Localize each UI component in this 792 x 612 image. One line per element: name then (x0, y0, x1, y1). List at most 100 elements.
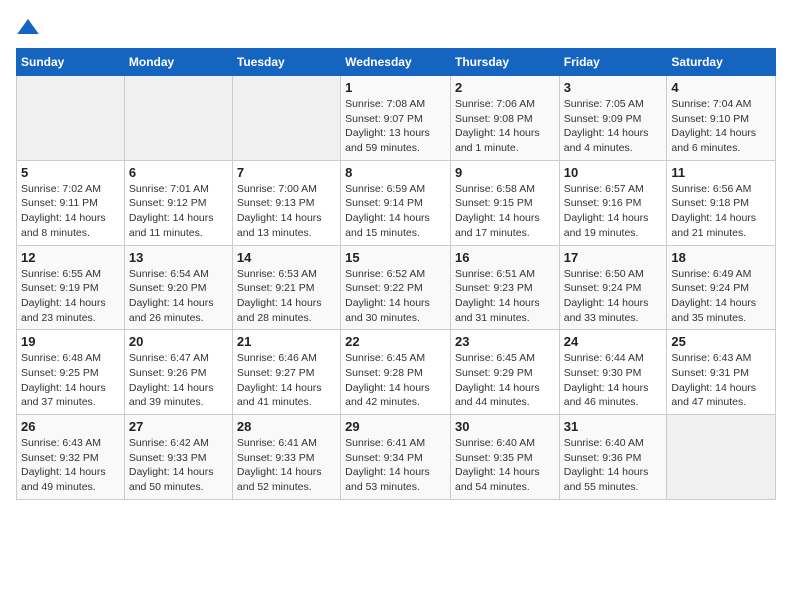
logo-icon (16, 16, 40, 40)
day-number: 16 (455, 250, 555, 265)
calendar-table: SundayMondayTuesdayWednesdayThursdayFrid… (16, 48, 776, 500)
calendar-day-header: Thursday (450, 49, 559, 76)
day-number: 26 (21, 419, 120, 434)
day-number: 30 (455, 419, 555, 434)
day-number: 19 (21, 334, 120, 349)
calendar-cell: 30 Sunrise: 6:40 AMSunset: 9:35 PMDayligh… (450, 415, 559, 500)
calendar-cell: 27 Sunrise: 6:42 AMSunset: 9:33 PMDayligh… (124, 415, 232, 500)
day-info: Sunrise: 6:51 AMSunset: 9:23 PMDaylight:… (455, 267, 555, 326)
day-info: Sunrise: 6:53 AMSunset: 9:21 PMDaylight:… (237, 267, 336, 326)
calendar-cell (232, 76, 340, 161)
calendar-cell (124, 76, 232, 161)
day-info: Sunrise: 7:00 AMSunset: 9:13 PMDaylight:… (237, 182, 336, 241)
calendar-cell: 6Sunrise: 7:01 AMSunset: 9:12 PMDaylight… (124, 160, 232, 245)
day-info: Sunrise: 6:56 AMSunset: 9:18 PMDaylight:… (671, 182, 771, 241)
calendar-cell: 17 Sunrise: 6:50 AMSunset: 9:24 PMDayligh… (559, 245, 667, 330)
day-info: Sunrise: 7:08 AMSunset: 9:07 PMDaylight:… (345, 97, 446, 156)
day-info: Sunrise: 6:57 AMSunset: 9:16 PMDaylight:… (564, 182, 663, 241)
day-number: 10 (564, 165, 663, 180)
day-info: Sunrise: 6:41 AMSunset: 9:33 PMDaylight:… (237, 436, 336, 495)
day-info: Sunrise: 6:45 AMSunset: 9:28 PMDaylight:… (345, 351, 446, 410)
day-number: 14 (237, 250, 336, 265)
day-info: Sunrise: 6:43 AMSunset: 9:31 PMDaylight:… (671, 351, 771, 410)
calendar-cell: 2 Sunrise: 7:06 AMSunset: 9:08 PMDaylight… (450, 76, 559, 161)
calendar-cell: 1 Sunrise: 7:08 AMSunset: 9:07 PMDaylight… (341, 76, 451, 161)
calendar-cell: 12 Sunrise: 6:55 AMSunset: 9:19 PMDayligh… (17, 245, 125, 330)
calendar-cell: 14 Sunrise: 6:53 AMSunset: 9:21 PMDayligh… (232, 245, 340, 330)
day-number: 17 (564, 250, 663, 265)
day-info: Sunrise: 6:40 AMSunset: 9:35 PMDaylight:… (455, 436, 555, 495)
day-number: 25 (671, 334, 771, 349)
day-info: Sunrise: 6:50 AMSunset: 9:24 PMDaylight:… (564, 267, 663, 326)
day-info: Sunrise: 7:05 AMSunset: 9:09 PMDaylight:… (564, 97, 663, 156)
day-info: Sunrise: 7:06 AMSunset: 9:08 PMDaylight:… (455, 97, 555, 156)
logo (16, 16, 44, 40)
day-number: 9 (455, 165, 555, 180)
day-info: Sunrise: 6:54 AMSunset: 9:20 PMDaylight:… (129, 267, 228, 326)
calendar-cell: 4 Sunrise: 7:04 AMSunset: 9:10 PMDaylight… (667, 76, 776, 161)
day-info: Sunrise: 6:55 AMSunset: 9:19 PMDaylight:… (21, 267, 120, 326)
day-number: 5 (21, 165, 120, 180)
calendar-cell: 11 Sunrise: 6:56 AMSunset: 9:18 PMDayligh… (667, 160, 776, 245)
calendar-cell: 16 Sunrise: 6:51 AMSunset: 9:23 PMDayligh… (450, 245, 559, 330)
day-info: Sunrise: 6:59 AMSunset: 9:14 PMDaylight:… (345, 182, 446, 241)
calendar-cell: 10 Sunrise: 6:57 AMSunset: 9:16 PMDayligh… (559, 160, 667, 245)
day-info: Sunrise: 6:40 AMSunset: 9:36 PMDaylight:… (564, 436, 663, 495)
calendar-cell: 21 Sunrise: 6:46 AMSunset: 9:27 PMDayligh… (232, 330, 340, 415)
calendar-cell: 25 Sunrise: 6:43 AMSunset: 9:31 PMDayligh… (667, 330, 776, 415)
calendar-cell: 31 Sunrise: 6:40 AMSunset: 9:36 PMDayligh… (559, 415, 667, 500)
calendar-cell: 24Sunrise: 6:44 AMSunset: 9:30 PMDayligh… (559, 330, 667, 415)
day-number: 15 (345, 250, 446, 265)
day-number: 22 (345, 334, 446, 349)
calendar-cell: 28 Sunrise: 6:41 AMSunset: 9:33 PMDayligh… (232, 415, 340, 500)
day-number: 11 (671, 165, 771, 180)
calendar-cell: 29Sunrise: 6:41 AMSunset: 9:34 PMDayligh… (341, 415, 451, 500)
day-info: Sunrise: 6:43 AMSunset: 9:32 PMDaylight:… (21, 436, 120, 495)
day-number: 3 (564, 80, 663, 95)
day-number: 20 (129, 334, 228, 349)
calendar-cell: 26 Sunrise: 6:43 AMSunset: 9:32 PMDayligh… (17, 415, 125, 500)
calendar-day-header: Tuesday (232, 49, 340, 76)
day-number: 2 (455, 80, 555, 95)
day-number: 27 (129, 419, 228, 434)
calendar-cell: 15 Sunrise: 6:52 AMSunset: 9:22 PMDayligh… (341, 245, 451, 330)
day-number: 23 (455, 334, 555, 349)
page-header (16, 16, 776, 40)
day-number: 28 (237, 419, 336, 434)
day-info: Sunrise: 6:47 AMSunset: 9:26 PMDaylight:… (129, 351, 228, 410)
calendar-cell: 5 Sunrise: 7:02 AMSunset: 9:11 PMDaylight… (17, 160, 125, 245)
calendar-cell: 23Sunrise: 6:45 AMSunset: 9:29 PMDayligh… (450, 330, 559, 415)
calendar-cell (667, 415, 776, 500)
day-number: 1 (345, 80, 446, 95)
day-info: Sunrise: 7:04 AMSunset: 9:10 PMDaylight:… (671, 97, 771, 156)
calendar-cell: 13 Sunrise: 6:54 AMSunset: 9:20 PMDayligh… (124, 245, 232, 330)
day-info: Sunrise: 6:48 AMSunset: 9:25 PMDaylight:… (21, 351, 120, 410)
calendar-cell: 7 Sunrise: 7:00 AMSunset: 9:13 PMDaylight… (232, 160, 340, 245)
day-info: Sunrise: 6:46 AMSunset: 9:27 PMDaylight:… (237, 351, 336, 410)
day-info: Sunrise: 6:52 AMSunset: 9:22 PMDaylight:… (345, 267, 446, 326)
calendar-cell: 19 Sunrise: 6:48 AMSunset: 9:25 PMDayligh… (17, 330, 125, 415)
calendar-day-header: Friday (559, 49, 667, 76)
day-info: Sunrise: 6:49 AMSunset: 9:24 PMDaylight:… (671, 267, 771, 326)
day-number: 7 (237, 165, 336, 180)
day-number: 8 (345, 165, 446, 180)
calendar-cell: 8 Sunrise: 6:59 AMSunset: 9:14 PMDaylight… (341, 160, 451, 245)
day-info: Sunrise: 6:42 AMSunset: 9:33 PMDaylight:… (129, 436, 228, 495)
calendar-day-header: Saturday (667, 49, 776, 76)
day-number: 18 (671, 250, 771, 265)
day-number: 4 (671, 80, 771, 95)
day-number: 31 (564, 419, 663, 434)
calendar-day-header: Monday (124, 49, 232, 76)
day-number: 12 (21, 250, 120, 265)
calendar-cell: 9 Sunrise: 6:58 AMSunset: 9:15 PMDaylight… (450, 160, 559, 245)
day-info: Sunrise: 7:02 AMSunset: 9:11 PMDaylight:… (21, 182, 120, 241)
day-number: 29 (345, 419, 446, 434)
day-info: Sunrise: 7:01 AMSunset: 9:12 PMDaylight:… (129, 182, 228, 241)
calendar-cell: 22 Sunrise: 6:45 AMSunset: 9:28 PMDayligh… (341, 330, 451, 415)
day-number: 21 (237, 334, 336, 349)
day-info: Sunrise: 6:58 AMSunset: 9:15 PMDaylight:… (455, 182, 555, 241)
calendar-day-header: Wednesday (341, 49, 451, 76)
day-number: 24 (564, 334, 663, 349)
day-number: 13 (129, 250, 228, 265)
calendar-day-header: Sunday (17, 49, 125, 76)
